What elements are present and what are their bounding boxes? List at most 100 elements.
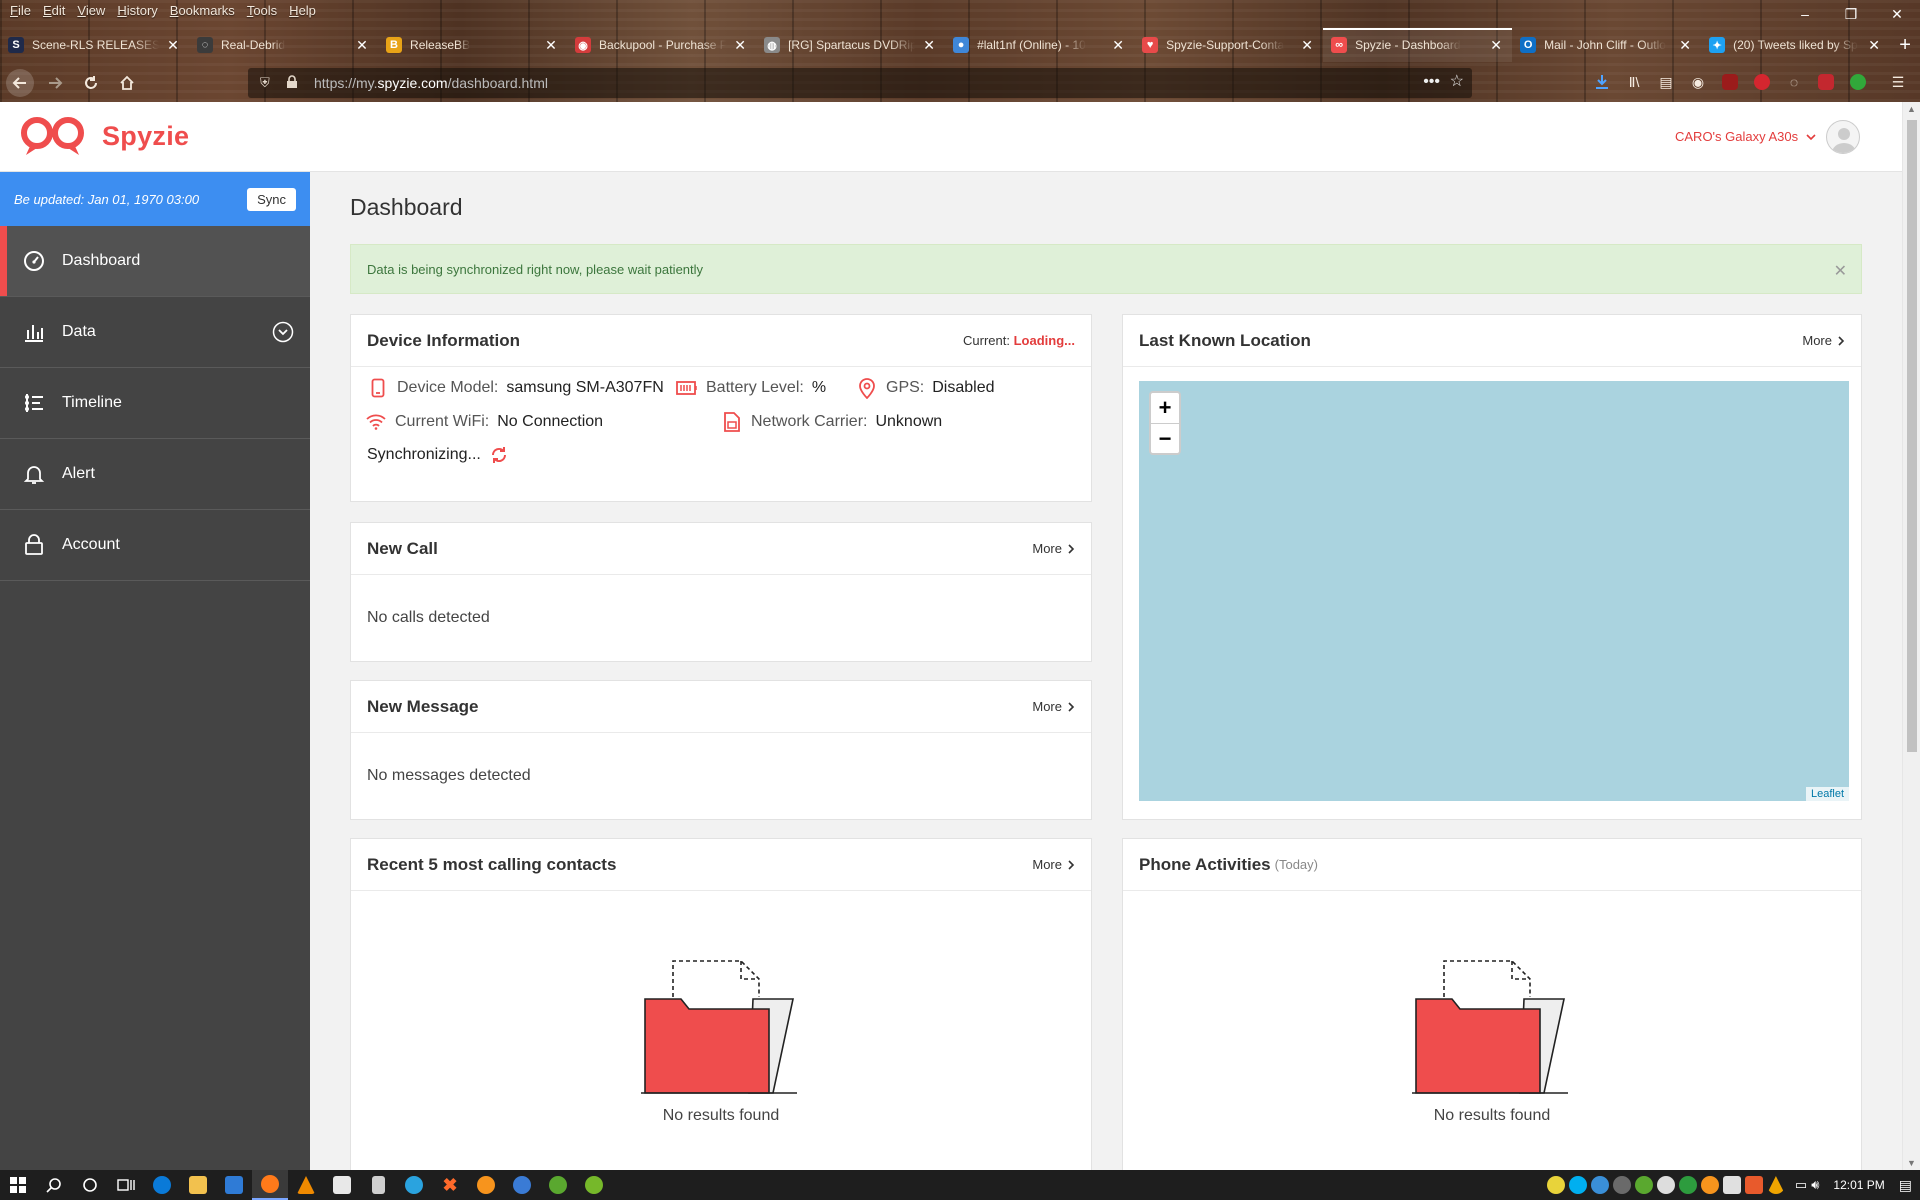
more-actions-icon[interactable]: ••• — [1423, 73, 1440, 91]
page-scrollbar[interactable]: ▲ ▼ — [1902, 102, 1920, 1170]
tab-close-icon[interactable]: ✕ — [732, 37, 748, 53]
firefox-icon[interactable] — [252, 1170, 288, 1200]
menu-file[interactable]: File — [4, 3, 37, 18]
new-tab-button[interactable]: + — [1890, 28, 1920, 62]
volume-icon[interactable]: 🔊︎ — [1811, 1177, 1819, 1193]
menu-tools[interactable]: Tools — [241, 3, 283, 18]
mail-app-icon[interactable] — [216, 1170, 252, 1200]
tray-app-icon[interactable] — [1678, 1176, 1697, 1194]
lock-icon[interactable] — [286, 74, 300, 92]
gmail-extension-icon[interactable] — [1814, 70, 1838, 94]
tab-close-icon[interactable]: ✕ — [1299, 37, 1315, 53]
map-attribution-link[interactable]: Leaflet — [1805, 787, 1849, 801]
browser-tab[interactable]: ◌ Real-Debrid ✕ — [189, 28, 378, 62]
browser-tab[interactable]: O Mail - John Cliff - Outlo ✕ — [1512, 28, 1701, 62]
tray-app-icon[interactable] — [1656, 1176, 1675, 1194]
menu-help[interactable]: Help — [283, 3, 322, 18]
search-icon[interactable] — [36, 1170, 72, 1200]
vlc-icon[interactable] — [288, 1170, 324, 1200]
network-icon[interactable]: ▭ — [1795, 1177, 1807, 1193]
location-more-link[interactable]: More — [1802, 333, 1845, 348]
new-message-more-link[interactable]: More — [1032, 699, 1075, 714]
tab-close-icon[interactable]: ✕ — [165, 37, 181, 53]
reload-button[interactable] — [76, 68, 106, 98]
avatar[interactable] — [1826, 120, 1860, 154]
home-button[interactable] — [112, 68, 142, 98]
loading-extension-icon[interactable]: ◌ — [1782, 70, 1806, 94]
map-view[interactable]: + − Leaflet — [1139, 381, 1849, 801]
tray-app-icon[interactable] — [1744, 1176, 1763, 1194]
url-text[interactable]: https://my.spyzie.com/dashboard.html — [314, 75, 548, 91]
browser-tab[interactable]: ∞ Spyzie - Dashboard ✕ — [1323, 28, 1513, 62]
sidebar-toggle-icon[interactable]: ▤ — [1654, 70, 1678, 94]
zoom-in-button[interactable]: + — [1151, 393, 1179, 423]
tab-close-icon[interactable]: ✕ — [921, 37, 937, 53]
scroll-up-icon[interactable]: ▲ — [1907, 104, 1916, 114]
scroll-down-icon[interactable]: ▼ — [1907, 1158, 1916, 1168]
back-button[interactable] — [6, 69, 34, 97]
sidebar-item-dashboard[interactable]: Dashboard — [0, 226, 310, 297]
browser-tab[interactable]: ◉ Backupool - Purchase P ✕ — [567, 28, 756, 62]
chevron-down-circle-icon[interactable] — [272, 321, 294, 343]
calculator-icon[interactable] — [360, 1170, 396, 1200]
tool-x-icon[interactable]: ✖ — [432, 1170, 468, 1200]
zoom-out-button[interactable]: − — [1151, 423, 1179, 453]
tray-app-icon[interactable] — [1700, 1176, 1719, 1194]
shield-icon[interactable]: ⛨ — [260, 75, 274, 91]
task-view-icon[interactable] — [108, 1170, 144, 1200]
tab-close-icon[interactable]: ✕ — [543, 37, 559, 53]
green-extension-icon[interactable] — [1846, 70, 1870, 94]
menu-edit[interactable]: Edit — [37, 3, 71, 18]
sidebar-item-account[interactable]: Account — [0, 510, 310, 581]
tray-app-icon[interactable] — [1634, 1176, 1653, 1194]
forward-button[interactable] — [40, 68, 70, 98]
taskbar-clock[interactable]: 12:01 PM — [1833, 1178, 1884, 1192]
bookmark-star-icon[interactable]: ☆ — [1450, 71, 1464, 91]
minimize-button[interactable]: – — [1782, 0, 1828, 28]
hamburger-menu-icon[interactable]: ☰ — [1886, 70, 1910, 94]
close-window-button[interactable]: ✕ — [1874, 0, 1920, 28]
menu-history[interactable]: History — [111, 3, 163, 18]
browser-tab[interactable]: ● #lalt1nf (Online) - 10 ✕ — [945, 28, 1134, 62]
menu-view[interactable]: View — [71, 3, 111, 18]
tray-app-icon[interactable] — [1546, 1176, 1565, 1194]
library-icon[interactable]: Ⅱ\ — [1622, 70, 1646, 94]
tab-close-icon[interactable]: ✕ — [354, 37, 370, 53]
tray-app-icon[interactable] — [1590, 1176, 1609, 1194]
search-tool-icon[interactable] — [468, 1170, 504, 1200]
cortana-icon[interactable] — [72, 1170, 108, 1200]
start-button[interactable] — [0, 1170, 36, 1200]
spyzie-logo[interactable]: Spyzie — [20, 116, 189, 156]
vlc-tray-icon[interactable] — [1766, 1176, 1785, 1194]
tray-app-icon[interactable] — [1612, 1176, 1631, 1194]
account-icon[interactable]: ◉ — [1686, 70, 1710, 94]
browser-tab[interactable]: B ReleaseBB ✕ — [378, 28, 567, 62]
maximize-button[interactable]: ❐ — [1828, 0, 1874, 28]
browser-tab[interactable]: ✦ (20) Tweets liked by Sp ✕ — [1701, 28, 1890, 62]
tab-close-icon[interactable]: ✕ — [1110, 37, 1126, 53]
store-icon[interactable] — [324, 1170, 360, 1200]
new-call-more-link[interactable]: More — [1032, 541, 1075, 556]
scrollbar-thumb[interactable] — [1907, 120, 1917, 752]
tab-close-icon[interactable]: ✕ — [1488, 37, 1504, 53]
telegram-icon[interactable] — [396, 1170, 432, 1200]
ublock-icon[interactable] — [1718, 70, 1742, 94]
sidebar-item-timeline[interactable]: Timeline — [0, 368, 310, 439]
network-app-icon[interactable] — [504, 1170, 540, 1200]
browser-tab[interactable]: S Scene-RLS RELEASES ✕ — [0, 28, 189, 62]
device-selector[interactable]: CARO's Galaxy A30s — [1675, 129, 1816, 144]
utorrent-icon[interactable] — [576, 1170, 612, 1200]
tab-close-icon[interactable]: ✕ — [1866, 37, 1882, 53]
adblock-icon[interactable] — [1750, 70, 1774, 94]
tab-close-icon[interactable]: ✕ — [1677, 37, 1693, 53]
file-explorer-icon[interactable] — [180, 1170, 216, 1200]
address-bar[interactable]: ⛨ https://my.spyzie.com/dashboard.html •… — [248, 68, 1472, 98]
skype-icon[interactable] — [1568, 1176, 1587, 1194]
close-icon[interactable]: ✕ — [1834, 261, 1847, 281]
recent-contacts-more-link[interactable]: More — [1032, 857, 1075, 872]
sidebar-item-alert[interactable]: Alert — [0, 439, 310, 510]
notifications-icon[interactable]: ▤ — [1899, 1177, 1912, 1194]
edge-icon[interactable] — [144, 1170, 180, 1200]
tray-app-icon[interactable] — [1722, 1176, 1741, 1194]
browser-tab[interactable]: ♥ Spyzie-Support-Conta ✕ — [1134, 28, 1323, 62]
